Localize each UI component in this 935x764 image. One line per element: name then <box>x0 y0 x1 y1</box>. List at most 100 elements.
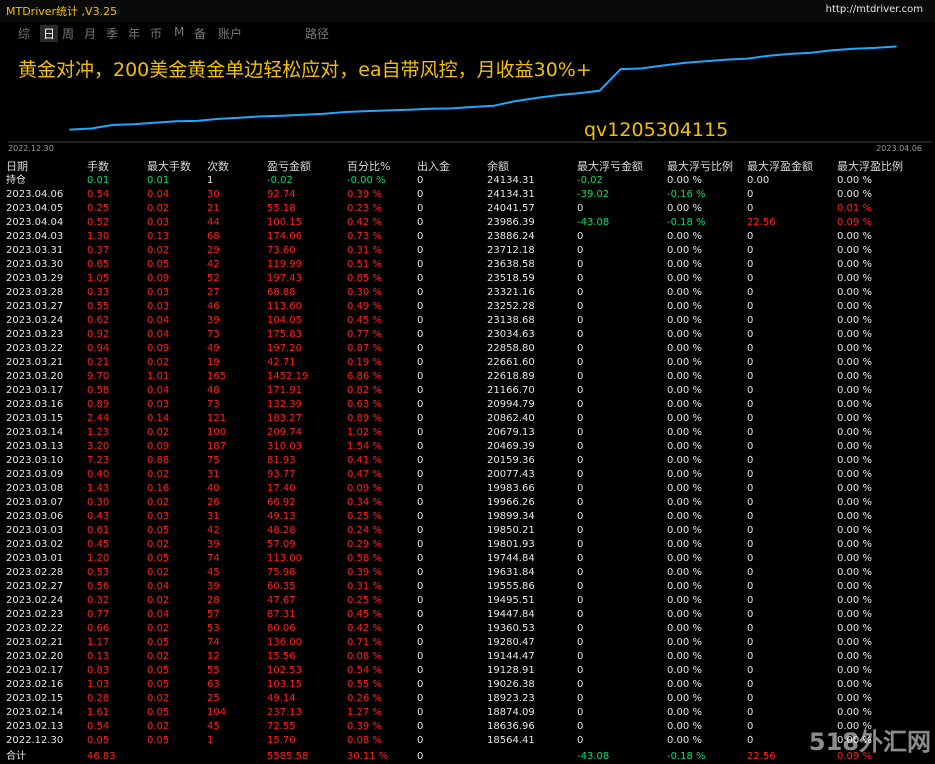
table-row[interactable]: 2023.03.27 0.55 0.03 46 113.60 0.49 % 0 23252.2… <box>0 300 935 314</box>
equity-point-38 <box>874 47 876 49</box>
equity-point-34 <box>789 53 791 55</box>
cell-date: 2023.03.10 <box>6 455 64 466</box>
column-header-6[interactable]: 出入金 <box>417 160 450 174</box>
cell-date: 2023.03.31 <box>6 245 64 256</box>
cell-max_dd_amt: 0 <box>577 469 584 480</box>
table-row[interactable]: 2023.03.07 0.30 0.02 26 66.92 0.34 % 0 19966.26… <box>0 496 935 510</box>
table-row[interactable]: 2023.03.20 9.70 1.01 165 1452.19 6.86 % 0 22618… <box>0 370 935 384</box>
cell-pct: 0.63 % <box>347 399 382 410</box>
cell-io: 0 <box>417 441 424 452</box>
column-header-11[interactable]: 最大浮盈比例 <box>837 160 903 174</box>
table-row[interactable]: 2023.03.06 0.43 0.03 31 49.13 0.25 % 0 19899.34… <box>0 510 935 524</box>
table-row[interactable]: 2023.02.13 0.54 0.02 45 72.55 0.39 % 0 18636.96… <box>0 720 935 734</box>
column-header-5[interactable]: 百分比% <box>347 160 390 174</box>
table-row[interactable]: 2023.03.24 0.62 0.04 39 104.05 0.45 % 0 23138.6… <box>0 314 935 328</box>
cell-lots: 0.58 <box>87 385 110 396</box>
cell-max_dd_pct: 0.00 % <box>667 469 702 480</box>
table-row[interactable]: 2023.02.21 1.17 0.05 74 136.00 0.71 % 0 19280.4… <box>0 636 935 650</box>
table-row[interactable]: 2023.03.13 3.20 0.09 187 310.03 1.54 % 0 20469.… <box>0 440 935 454</box>
table-row[interactable]: 2023.02.20 0.13 0.02 12 15.56 0.08 % 0 19144.47… <box>0 650 935 664</box>
equity-point-32 <box>746 57 749 60</box>
column-header-0[interactable]: 日期 <box>6 160 28 174</box>
cell-pnl: 81.93 <box>267 455 296 466</box>
site-link[interactable]: http://mtdriver.com <box>826 4 923 15</box>
cell-max_dd_amt: 0 <box>577 511 584 522</box>
total-row[interactable]: 合计 46.83 5585.58 30.11 % 0 -43.08 -0.18 % 22.56… <box>0 750 935 764</box>
table-row[interactable]: 2023.02.15 0.28 0.02 25 49.14 0.26 % 0 18923.23… <box>0 692 935 706</box>
table-row[interactable]: 2023.04.04 0.52 0.03 44 100.15 0.42 % 0 23986.3… <box>0 216 935 230</box>
table-row[interactable]: 2023.02.16 1.03 0.05 63 103.15 0.55 % 0 19026.3… <box>0 678 935 692</box>
table-row[interactable]: 2023.02.24 0.32 0.02 28 47.67 0.25 % 0 19495.51… <box>0 594 935 608</box>
table-row[interactable]: 2023.03.09 0.40 0.02 31 93.77 0.47 % 0 20077.43… <box>0 468 935 482</box>
cell-max_dd_pct: 0.00 % <box>667 287 702 298</box>
cell-pnl: 209.74 <box>267 427 302 438</box>
cell-io: 0 <box>417 497 424 508</box>
table-row[interactable]: 2023.03.08 1.43 0.16 40 17.40 0.09 % 0 19983.66… <box>0 482 935 496</box>
column-header-9[interactable]: 最大浮亏比例 <box>667 160 733 174</box>
column-header-3[interactable]: 次数 <box>207 160 229 174</box>
table-row[interactable]: 2023.03.17 0.58 0.04 48 171.91 0.82 % 0 21166.7… <box>0 384 935 398</box>
table-row[interactable]: 2023.02.22 0.66 0.02 53 80.06 0.42 % 0 19360.53… <box>0 622 935 636</box>
table-row[interactable]: 2023.02.27 0.56 0.04 39 60.35 0.31 % 0 19555.86… <box>0 580 935 594</box>
cell-max_fp_pct: 0.00 % <box>837 357 872 368</box>
table-row[interactable]: 2023.03.29 1.05 0.09 52 197.43 0.85 % 0 23518.5… <box>0 272 935 286</box>
table-row[interactable]: 2023.03.03 0.61 0.05 42 48.28 0.24 % 0 19850.21… <box>0 524 935 538</box>
table-row[interactable]: 2023.03.31 0.37 0.02 29 73.60 0.31 % 0 23712.18… <box>0 244 935 258</box>
cell-max_fp_amt: 0 <box>747 343 754 354</box>
table-row[interactable]: 2023.02.28 0.53 0.02 45 75.98 0.39 % 0 19631.84… <box>0 566 935 580</box>
table-row[interactable]: 2023.03.16 0.89 0.03 73 132.39 0.63 % 0 20994.7… <box>0 398 935 412</box>
table-row[interactable]: 2023.03.28 0.33 0.03 27 68.88 0.30 % 0 23321.16… <box>0 286 935 300</box>
column-header-10[interactable]: 最大浮盈金额 <box>747 160 813 174</box>
cell-pct: 0.25 % <box>347 595 382 606</box>
table-row[interactable]: 2023.03.02 0.45 0.02 39 57.09 0.29 % 0 19801.93… <box>0 538 935 552</box>
cell-pnl: 17.40 <box>267 483 296 494</box>
table-row[interactable]: 2023.04.03 1.30 0.13 68 174.06 0.73 % 0 23886.2… <box>0 230 935 244</box>
cell-max_dd_amt: 0 <box>577 567 584 578</box>
column-header-1[interactable]: 手数 <box>87 160 109 174</box>
cell-pct: 0.31 % <box>347 245 382 256</box>
equity-point-37 <box>852 47 855 50</box>
table-row[interactable]: 2023.03.10 7.23 0.88 75 81.93 0.41 % 0 20159.36… <box>0 454 935 468</box>
table-row[interactable]: 2023.02.14 1.61 0.05 104 237.13 1.27 % 0 18874.… <box>0 706 935 720</box>
table-row[interactable]: 2023.04.06 0.54 0.04 30 92.74 0.39 % 0 24134.31… <box>0 188 935 202</box>
cell-date: 2023.03.30 <box>6 259 64 270</box>
cell-max_fp_pct: 0.00 % <box>837 693 872 704</box>
table-row[interactable]: 2023.04.05 0.25 0.02 21 55.18 0.23 % 0 24041.57… <box>0 202 935 216</box>
cell-pct: 30.11 % <box>347 751 389 762</box>
cell-date: 2023.04.04 <box>6 217 64 228</box>
table-row[interactable]: 2023.03.30 0.65 0.05 42 119.99 0.51 % 0 23638.5… <box>0 258 935 272</box>
cell-io: 0 <box>417 751 424 762</box>
cell-max_fp_amt: 0 <box>747 497 754 508</box>
cell-max_fp_pct: 0.00 % <box>837 273 872 284</box>
cell-pct: 0.77 % <box>347 329 382 340</box>
table-row[interactable]: 2023.02.23 0.77 0.04 57 87.31 0.45 % 0 19447.84… <box>0 608 935 622</box>
tab-7[interactable]: M <box>174 25 184 39</box>
table-row[interactable]: 2023.03.22 0.94 0.09 49 197.20 0.87 % 0 22858.8… <box>0 342 935 356</box>
cell-date: 2023.03.21 <box>6 357 64 368</box>
equity-point-2 <box>111 124 114 126</box>
cell-balance: 19801.93 <box>487 539 535 550</box>
cell-balance: 18923.23 <box>487 693 535 704</box>
cell-io: 0 <box>417 329 424 340</box>
column-header-4[interactable]: 盈亏金额 <box>267 160 311 174</box>
cell-date: 2023.03.03 <box>6 525 64 536</box>
table-row[interactable]: 2023.03.01 1.20 0.05 74 113.00 0.58 % 0 19744.8… <box>0 552 935 566</box>
table-row[interactable]: 2023.03.15 2.44 0.14 121 183.27 0.89 % 0 20862.… <box>0 412 935 426</box>
column-header-8[interactable]: 最大浮亏金额 <box>577 160 643 174</box>
table-row[interactable]: 2023.02.17 0.83 0.05 55 102.53 0.54 % 0 19128.9… <box>0 664 935 678</box>
equity-point-22 <box>535 97 537 99</box>
column-header-7[interactable]: 余额 <box>487 160 509 174</box>
position-row[interactable]: 持仓 0.01 0.01 1 -0.02 -0.00 % 0 24134.31 -0.02 0.0… <box>0 174 935 188</box>
cell-io: 0 <box>417 371 424 382</box>
cell-lots: 1.23 <box>87 427 110 438</box>
cell-max_fp_pct: 0.00 % <box>837 259 872 270</box>
cell-balance: 19850.21 <box>487 525 535 536</box>
table-row[interactable]: 2023.03.23 0.92 0.04 73 175.83 0.77 % 0 23034.6… <box>0 328 935 342</box>
table-row[interactable]: 2023.03.21 0.21 0.02 19 42.71 0.19 % 0 22661.60… <box>0 356 935 370</box>
cell-io: 0 <box>417 357 424 368</box>
table-row[interactable]: 2022.12.30 0.05 0.05 1 15.70 0.08 % 0 18564.41 0… <box>0 734 935 748</box>
equity-point-14 <box>365 110 368 112</box>
table-row[interactable]: 2023.03.14 1.23 0.02 100 209.74 1.02 % 0 20679.… <box>0 426 935 440</box>
column-header-2[interactable]: 最大手数 <box>147 160 191 174</box>
cell-pct: 6.86 % <box>347 371 382 382</box>
